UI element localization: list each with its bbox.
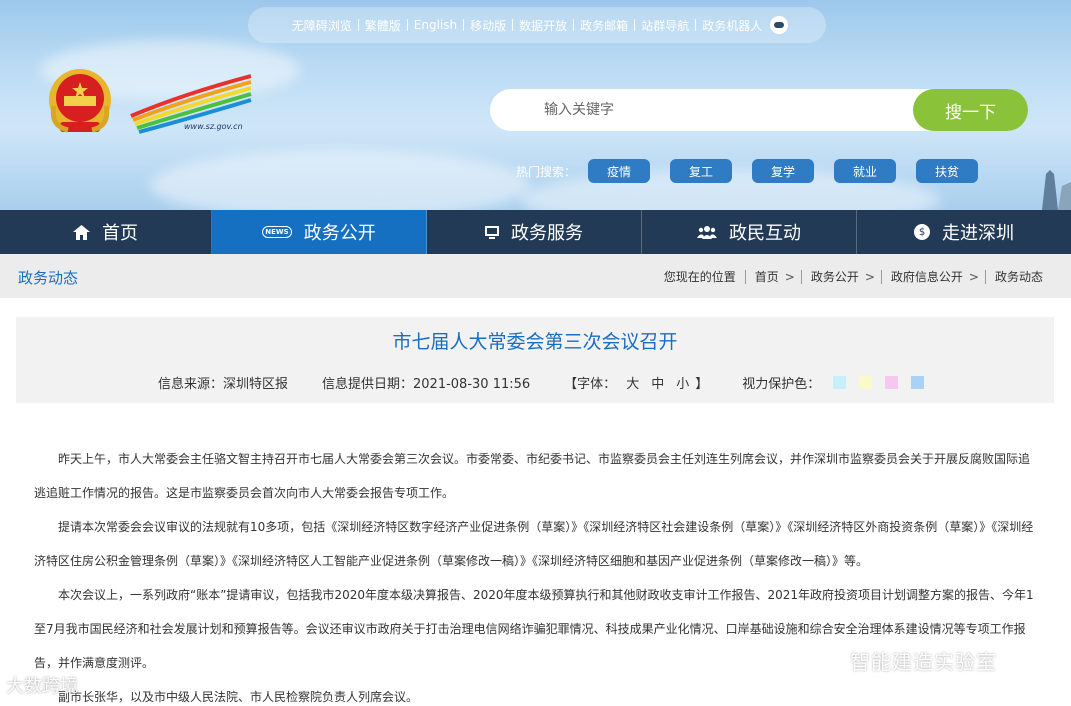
- hot-tag-epidemic[interactable]: 疫情: [588, 159, 651, 183]
- location-icon: $: [914, 224, 930, 240]
- hot-search-label: 热门搜索：: [516, 164, 577, 179]
- nav-about-shenzhen[interactable]: $ 走进深圳: [857, 210, 1071, 254]
- article-paragraph: 昨天上午，市人大常委会主任骆文智主持召开市七届人大常委会第三次会议。市委常委、市…: [34, 452, 1031, 500]
- font-size-label: 【字体：: [564, 377, 617, 392]
- top-link-mail[interactable]: 政务邮箱: [574, 17, 634, 34]
- article-meta: 信息来源：深圳特区报 信息提供日期：2021-08-30 11:56 【字体： …: [158, 373, 928, 392]
- font-size-small[interactable]: 小: [676, 373, 689, 392]
- info-source: 信息来源：深圳特区报: [158, 377, 289, 392]
- people-icon: [697, 225, 717, 239]
- top-link-robot[interactable]: 政务机器人: [696, 17, 768, 34]
- font-size-medium[interactable]: 中: [651, 373, 664, 392]
- article-paragraph: 提请本次常委会会议审议的法规就有10多项，包括《深圳经济特区数字经济产业促进条例…: [34, 520, 1034, 568]
- page: 无障碍浏览 繁體版 English 移动版 数据开放 政务邮箱 站群导航 政务机…: [0, 0, 1071, 706]
- nav-government-affairs-label: 政务公开: [303, 223, 376, 244]
- article-header: 市七届人大常委会第三次会议召开 信息来源：深圳特区报 信息提供日期：2021-0…: [16, 317, 1054, 403]
- watermark-left: 大数跨境: [6, 676, 78, 697]
- nav-services-label: 政务服务: [511, 223, 583, 244]
- nav-interaction[interactable]: 政民互动: [642, 210, 857, 254]
- nav-interaction-label: 政民互动: [729, 223, 801, 244]
- top-link-mobile[interactable]: 移动版: [464, 17, 512, 34]
- breadcrumb-current[interactable]: 政务动态: [995, 268, 1043, 285]
- search-button[interactable]: 搜一下: [913, 89, 1028, 131]
- info-date: 信息提供日期：2021-08-30 11:56: [322, 377, 531, 392]
- hot-tag-poverty[interactable]: 扶贫: [916, 159, 979, 183]
- wechat-icon: [808, 648, 842, 673]
- hot-tag-work-resume[interactable]: 复工: [670, 159, 733, 183]
- hot-search: 热门搜索： 疫情 复工 复学 就业 扶贫: [516, 158, 998, 184]
- font-size-large[interactable]: 大: [626, 373, 639, 392]
- nav-home[interactable]: 首页: [0, 210, 212, 254]
- hot-tag-employment[interactable]: 就业: [834, 159, 897, 183]
- news-icon: NEWS: [262, 226, 292, 238]
- eye-color-swatch-pink[interactable]: [885, 376, 899, 389]
- article-title: 市七届人大常委会第三次会议召开: [392, 331, 678, 353]
- top-link-traditional[interactable]: 繁體版: [359, 17, 407, 34]
- article-paragraph: 副市长张华，以及市中级人民法院、市人民检察院负责人列席会议。: [58, 690, 419, 704]
- font-size-close: 】: [695, 377, 709, 392]
- top-link-site-nav[interactable]: 站群导航: [635, 17, 695, 34]
- breadcrumb-bar: 政务动态 您现在的位置 首页 > 政务公开 > 政府信息公开 > 政务动态: [0, 254, 1071, 298]
- nav-government-affairs[interactable]: NEWS 政务公开: [212, 210, 427, 254]
- watermark-right-text: 智能建造实验室: [850, 650, 997, 674]
- hot-tag-school-resume[interactable]: 复学: [752, 159, 815, 183]
- skyscraper-illustration: [1042, 170, 1071, 210]
- eye-color-swatch-cyan[interactable]: [833, 376, 847, 389]
- robot-icon[interactable]: [770, 16, 789, 34]
- breadcrumb-prefix: 您现在的位置: [663, 270, 736, 284]
- national-emblem-icon: [49, 69, 111, 133]
- header-banner: 无障碍浏览 繁體版 English 移动版 数据开放 政务邮箱 站群导航 政务机…: [0, 0, 1071, 210]
- breadcrumb-home[interactable]: 首页: [755, 268, 779, 285]
- eye-protection-label: 视力保护色：: [742, 377, 821, 392]
- breadcrumb-info-disclosure[interactable]: 政府信息公开: [891, 268, 963, 285]
- search-box: 搜一下: [490, 89, 1028, 131]
- breadcrumb: 您现在的位置 首页 > 政务公开 > 政府信息公开 > 政务动态: [663, 268, 1043, 285]
- logo-url: www.sz.gov.cn: [184, 122, 243, 131]
- home-icon: [73, 224, 90, 240]
- eye-color-swatch-blue[interactable]: [911, 376, 925, 389]
- top-link-english[interactable]: English: [408, 18, 463, 32]
- section-title: 政务动态: [18, 269, 79, 287]
- breadcrumb-gov-affairs[interactable]: 政务公开: [811, 268, 859, 285]
- nav-about-shenzhen-label: 走进深圳: [942, 223, 1014, 244]
- watermark-right: 智能建造实验室: [808, 646, 997, 675]
- main-nav: 首页 NEWS 政务公开 政务服务 政民互动 $ 走进深圳: [0, 210, 1071, 254]
- monitor-icon: [485, 225, 499, 239]
- top-link-open-data[interactable]: 数据开放: [513, 17, 573, 34]
- top-link-accessibility[interactable]: 无障碍浏览: [286, 17, 358, 34]
- nav-home-label: 首页: [102, 223, 138, 244]
- top-links-bar: 无障碍浏览 繁體版 English 移动版 数据开放 政务邮箱 站群导航 政务机…: [248, 7, 826, 43]
- nav-services[interactable]: 政务服务: [427, 210, 642, 254]
- eye-color-swatch-yellow[interactable]: [859, 376, 873, 389]
